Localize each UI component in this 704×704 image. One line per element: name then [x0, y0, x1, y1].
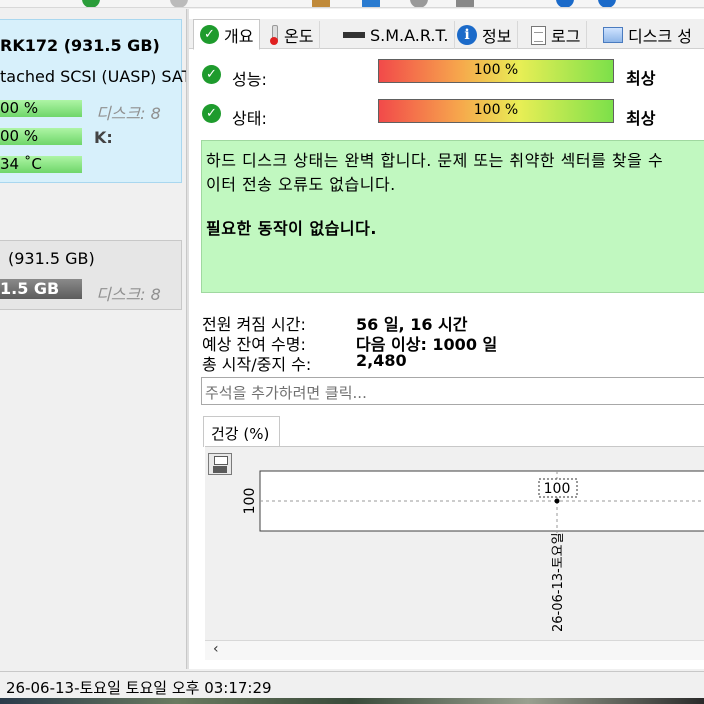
detail-panel: ✓ 개요 온도 S.M.A.R.T. i 정보 로그 디스크 성 ✓ 성능: 1…	[189, 9, 704, 669]
data-point	[554, 498, 560, 504]
drive-letter-label: K:	[94, 128, 113, 147]
performance-rating: 최상	[626, 69, 656, 88]
health-mini-value: 00 %	[0, 127, 39, 145]
start-stop-value: 2,480	[356, 351, 407, 370]
toolbar-icon[interactable]	[170, 0, 188, 7]
health-label: 상태:	[232, 109, 267, 128]
chart-horizontal-scrollbar[interactable]: ‹	[205, 640, 704, 660]
toolbar-icon[interactable]	[456, 0, 474, 7]
tab-smart[interactable]: S.M.A.R.T.	[337, 21, 456, 49]
document-icon	[531, 25, 546, 45]
tab-disk-performance[interactable]: 디스크 성	[597, 21, 698, 49]
performance-label: 성능:	[232, 70, 267, 89]
toolbar-icon[interactable]	[410, 0, 428, 7]
performance-mini-value: 00 %	[0, 99, 39, 117]
temperature-mini-bar: 34 ˚C	[0, 155, 82, 173]
check-icon: ✓	[200, 25, 219, 44]
status-message-line: 이터 전송 오류도 없습니다.	[206, 175, 396, 194]
tab-temperature[interactable]: 온도	[263, 21, 321, 49]
status-message-box: 하드 디스크 상태는 완벽 합니다. 문제 또는 취약한 섹터를 찾을 수 이터…	[201, 140, 704, 293]
disk-size: (931.5 GB)	[8, 249, 95, 268]
tab-log[interactable]: 로그	[525, 21, 588, 49]
start-stop-label: 총 시작/중지 수:	[202, 355, 312, 374]
tab-label: 디스크 성	[628, 27, 692, 46]
toolbar-icon[interactable]	[82, 0, 100, 7]
image-icon	[603, 27, 623, 43]
comment-input[interactable]: 주석을 추가하려면 클릭...	[201, 377, 704, 405]
thermometer-icon	[269, 25, 279, 45]
toolbar-icon[interactable]	[556, 0, 574, 7]
health-value: 100 %	[473, 102, 519, 118]
status-datetime: 26-06-13-토요일 토요일 오후 03:17:29	[6, 679, 272, 697]
tab-bar: ✓ 개요 온도 S.M.A.R.T. i 정보 로그 디스크 성	[189, 19, 704, 50]
smart-icon	[343, 32, 365, 38]
tab-label: 정보	[482, 27, 512, 46]
x-tick-label: 26-06-13-토요일	[551, 532, 566, 632]
tab-overview[interactable]: ✓ 개요	[193, 19, 261, 50]
toolbar-icon[interactable]	[598, 0, 616, 7]
check-icon: ✓	[202, 65, 221, 84]
disk-item-1[interactable]: RK172 (931.5 GB) tached SCSI (UASP) SAT …	[0, 19, 191, 183]
tab-label: S.M.A.R.T.	[370, 25, 449, 45]
tab-label: 온도	[284, 27, 314, 46]
info-icon: i	[457, 25, 477, 45]
temperature-value: 34 ˚C	[0, 155, 42, 173]
health-rating: 최상	[626, 109, 656, 128]
toolbar-icon[interactable]	[362, 0, 380, 7]
check-icon: ✓	[202, 104, 221, 123]
disk-model: RK172 (931.5 GB)	[0, 36, 160, 55]
disk-number-label: 디스크: 8	[96, 285, 161, 304]
action-message: 필요한 동작이 없습니다.	[206, 219, 377, 238]
status-bar: 26-06-13-토요일 토요일 오후 03:17:29	[0, 671, 704, 698]
disk-interface: tached SCSI (UASP) SAT	[0, 67, 192, 86]
toolbar	[0, 0, 704, 8]
tab-label: 개요	[224, 26, 254, 46]
health-chart: 100 100 26-06-13-토요일	[242, 470, 704, 632]
desktop-background	[0, 698, 704, 704]
tab-health-chart[interactable]: 건강 (%)	[203, 416, 280, 447]
disk-usage-bar: 1.5 GB	[0, 279, 82, 299]
disk-usage-value: 1.5 GB	[0, 279, 60, 298]
performance-mini-bar: 00 %	[0, 99, 82, 117]
data-label: 100	[544, 481, 571, 497]
tab-label: 로그	[551, 27, 581, 46]
y-tick-label: 100	[242, 488, 258, 515]
tab-info[interactable]: i 정보	[451, 21, 519, 49]
toolbar-icon[interactable]	[312, 0, 330, 7]
performance-bar: 100 %	[378, 59, 614, 83]
scroll-left-icon[interactable]: ‹	[213, 641, 219, 657]
disk-list-panel: RK172 (931.5 GB) tached SCSI (UASP) SAT …	[0, 9, 191, 669]
disk-number-label: 디스크: 8	[96, 104, 161, 123]
disk-item-2[interactable]: (931.5 GB) 1.5 GB 디스크: 8	[0, 240, 182, 310]
health-chart-area: 100 100 26-06-13-토요일 ‹	[205, 446, 704, 660]
health-bar: 100 %	[378, 99, 614, 123]
performance-value: 100 %	[473, 62, 519, 78]
health-mini-bar: 00 %	[0, 127, 82, 145]
status-message-line: 하드 디스크 상태는 완벽 합니다. 문제 또는 취약한 섹터를 찾을 수	[206, 151, 664, 170]
